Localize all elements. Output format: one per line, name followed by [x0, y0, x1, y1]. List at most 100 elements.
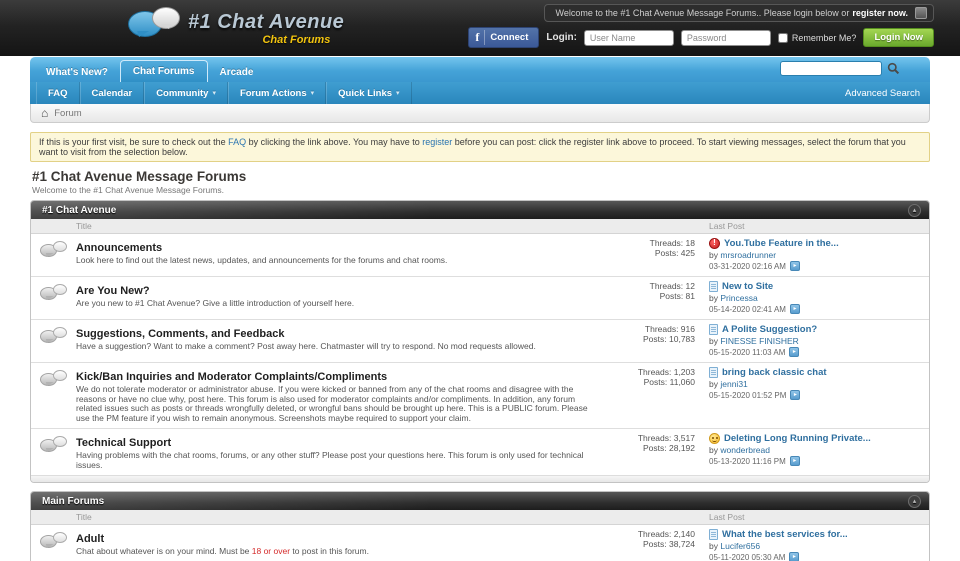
last-post-date: 05-11-2020 05:30 AM	[709, 553, 785, 561]
login-now-button[interactable]: Login Now	[863, 28, 934, 47]
site-logo[interactable]: #1 Chat Avenue Chat Forums	[128, 7, 344, 47]
last-post-icon	[709, 367, 718, 378]
last-post-title-link[interactable]: New to Site	[722, 281, 773, 292]
last-post-icon	[709, 324, 718, 335]
collapse-icon[interactable]: ▴	[908, 204, 921, 217]
dismiss-notice-button[interactable]	[915, 7, 927, 19]
threads-count: Threads: 2,140	[604, 529, 695, 539]
posts-count: Posts: 38,724	[604, 539, 695, 549]
facebook-icon: f	[475, 30, 485, 45]
posts-count: Posts: 425	[604, 248, 695, 258]
tab-arcade[interactable]: Arcade	[208, 62, 266, 82]
go-to-last-post-icon[interactable]: ▸	[789, 552, 799, 561]
logo-subtitle: Chat Forums	[188, 34, 344, 46]
forum-row: Adult Chat about whatever is on your min…	[31, 525, 929, 561]
forum-title-link[interactable]: Suggestions, Comments, and Feedback	[76, 328, 284, 340]
forum-title-link[interactable]: Adult	[76, 533, 104, 545]
password-input[interactable]	[681, 30, 771, 46]
chevron-down-icon: ▾	[396, 89, 400, 97]
last-post-title-link[interactable]: What the best services for...	[722, 529, 848, 540]
forum-bubbles-icon	[40, 532, 67, 553]
menu-bar: FAQ Calendar Community▾ Forum Actions▾ Q…	[30, 82, 930, 104]
facebook-connect-button[interactable]: f Connect	[468, 27, 539, 48]
last-post-icon	[709, 529, 718, 540]
forum-bubbles-icon	[40, 436, 67, 457]
welcome-text: Welcome to the #1 Chat Avenue Message Fo…	[555, 8, 849, 18]
last-post-icon	[709, 433, 720, 444]
tab-whats-new[interactable]: What's New?	[34, 62, 120, 82]
register-now-link[interactable]: register now.	[852, 8, 908, 18]
column-last-post-label: Last Post	[699, 512, 929, 522]
go-to-last-post-icon[interactable]: ▸	[790, 261, 800, 271]
posts-count: Posts: 10,783	[604, 334, 695, 344]
last-post-title-link[interactable]: You.Tube Feature in the...	[724, 238, 839, 249]
column-headers: Title Last Post	[31, 510, 929, 525]
forum-description: Look here to find out the latest news, u…	[76, 256, 592, 266]
tab-chat-forums[interactable]: Chat Forums	[120, 60, 208, 82]
search-input[interactable]	[780, 61, 882, 76]
category-header: Main Forums ▴	[31, 492, 929, 510]
home-icon[interactable]: ⌂	[41, 108, 48, 118]
last-post-date: 05-15-2020 01:52 PM	[709, 391, 786, 400]
last-post-author-link[interactable]: jenni31	[720, 379, 747, 389]
menu-item-forum-actions[interactable]: Forum Actions▾	[228, 82, 326, 104]
last-post-author-link[interactable]: FINESSE FINISHER	[720, 336, 798, 346]
forum-title-link[interactable]: Technical Support	[76, 437, 171, 449]
forum-description: Are you new to #1 Chat Avenue? Give a li…	[76, 299, 592, 309]
forum-description: Having problems with the chat rooms, for…	[76, 451, 592, 470]
forum-row: Kick/Ban Inquiries and Moderator Complai…	[31, 362, 929, 428]
last-post-author-link[interactable]: Lucifer656	[720, 541, 760, 551]
forum-row: Suggestions, Comments, and Feedback Have…	[31, 319, 929, 362]
last-post-date: 05-15-2020 11:03 AM	[709, 348, 785, 357]
login-row: f Connect Login: Remember Me? Login Now	[468, 27, 934, 48]
forum-row: Are You New? Are you new to #1 Chat Aven…	[31, 276, 929, 319]
go-to-last-post-icon[interactable]: ▸	[789, 347, 799, 357]
menu-item-calendar[interactable]: Calendar	[80, 82, 145, 104]
forum-row: Technical Support Having problems with t…	[31, 428, 929, 475]
last-post-date: 03-31-2020 02:16 AM	[709, 262, 786, 271]
forum-bubbles-icon	[40, 241, 67, 262]
breadcrumb: ⌂ Forum	[30, 104, 930, 123]
by-label: by	[709, 293, 718, 303]
forum-description: Have a suggestion? Want to make a commen…	[76, 342, 592, 352]
remember-me-checkbox[interactable]	[778, 33, 788, 43]
last-post-title-link[interactable]: A Polite Suggestion?	[722, 324, 817, 335]
forum-description: We do not tolerate moderator or administ…	[76, 385, 592, 423]
go-to-last-post-icon[interactable]: ▸	[790, 304, 800, 314]
faq-link[interactable]: FAQ	[228, 137, 246, 147]
menu-item-community[interactable]: Community▾	[144, 82, 228, 104]
category-title: #1 Chat Avenue	[42, 205, 116, 216]
last-post-author-link[interactable]: mrsroadrunner	[720, 250, 776, 260]
forum-title-link[interactable]: Kick/Ban Inquiries and Moderator Complai…	[76, 371, 387, 383]
register-link[interactable]: register	[422, 137, 452, 147]
go-to-last-post-icon[interactable]: ▸	[790, 456, 800, 466]
last-post-title-link[interactable]: Deleting Long Running Private...	[724, 433, 871, 444]
page-title: #1 Chat Avenue Message Forums	[32, 169, 930, 184]
go-to-last-post-icon[interactable]: ▸	[790, 390, 800, 400]
posts-count: Posts: 11,060	[604, 377, 695, 387]
last-post-title-link[interactable]: bring back classic chat	[722, 367, 827, 378]
forum-title-link[interactable]: Announcements	[76, 242, 162, 254]
username-input[interactable]	[584, 30, 674, 46]
advanced-search-link[interactable]: Advanced Search	[845, 88, 930, 99]
forum-category: #1 Chat Avenue ▴ Title Last Post Announc…	[30, 200, 930, 483]
welcome-bar: Welcome to the #1 Chat Avenue Message Fo…	[544, 4, 934, 22]
column-title-label: Title	[76, 512, 604, 522]
last-post-author-link[interactable]: Princessa	[720, 293, 757, 303]
breadcrumb-forum[interactable]: Forum	[54, 108, 81, 119]
last-post-author-link[interactable]: wonderbread	[720, 445, 770, 455]
forum-description: Chat about whatever is on your mind. Mus…	[76, 547, 592, 557]
column-title-label: Title	[76, 221, 604, 231]
threads-count: Threads: 12	[604, 281, 695, 291]
notice-box: If this is your first visit, be sure to …	[30, 132, 930, 162]
menu-item-faq[interactable]: FAQ	[36, 82, 80, 104]
threads-count: Threads: 3,517	[604, 433, 695, 443]
forum-row: Announcements Look here to find out the …	[31, 234, 929, 276]
by-label: by	[709, 541, 718, 551]
forum-bubbles-icon	[40, 284, 67, 305]
search-button[interactable]	[887, 62, 900, 75]
menu-item-quick-links[interactable]: Quick Links▾	[326, 82, 411, 104]
posts-count: Posts: 81	[604, 291, 695, 301]
forum-title-link[interactable]: Are You New?	[76, 285, 150, 297]
collapse-icon[interactable]: ▴	[908, 495, 921, 508]
